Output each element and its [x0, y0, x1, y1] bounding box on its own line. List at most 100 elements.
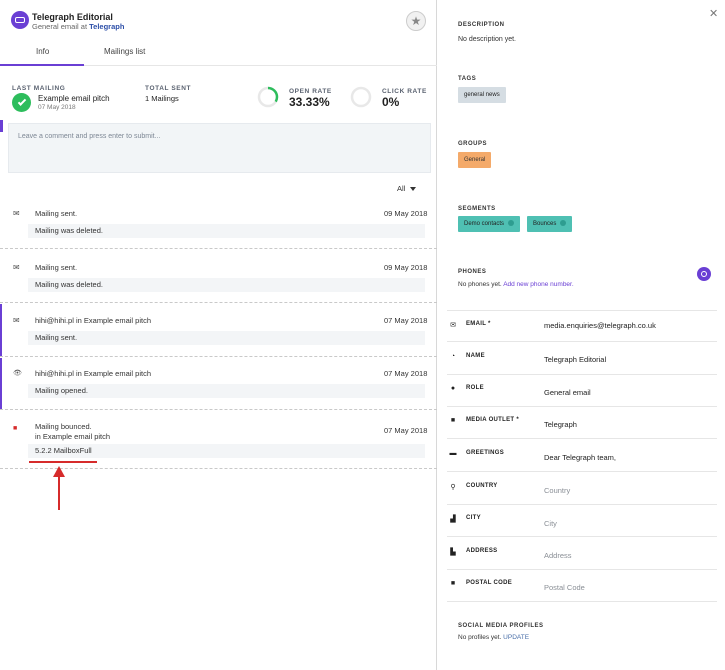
social-text: No profiles yet. UPDATE	[458, 634, 529, 641]
name-icon: ◔	[450, 353, 456, 360]
field-email[interactable]: ✉ EMAIL * media.enquiries@telegraph.co.u…	[447, 310, 717, 342]
tag-chip[interactable]: general news	[458, 87, 506, 103]
activity-title: Mailing sent.	[35, 209, 78, 218]
field-city[interactable]: ▟ CITY City	[447, 505, 717, 537]
activity-body: Mailing sent.	[28, 331, 425, 345]
activity-date: 07 May 2018	[384, 316, 428, 325]
open-rate-ring	[257, 86, 279, 108]
field-role[interactable]: ● ROLE General email	[447, 375, 717, 407]
phones-text: No phones yet. Add new phone number.	[458, 281, 574, 288]
activity-highlight-bar	[0, 358, 2, 410]
activity-item: ✉ Mailing sent. 09 May 2018 Mailing was …	[0, 197, 437, 249]
bounce-icon: ■	[13, 425, 18, 432]
segment-chip[interactable]: Bounces	[527, 216, 573, 232]
field-country[interactable]: ⚲ COUNTRY Country	[447, 473, 717, 505]
add-phone-button[interactable]	[697, 267, 711, 281]
role-icon: ●	[450, 385, 456, 392]
email-field[interactable]: media.enquiries@telegraph.co.uk	[544, 321, 656, 330]
field-postal-code[interactable]: ■ POSTAL CODE Postal Code	[447, 570, 717, 602]
group-chip[interactable]: General	[458, 152, 492, 168]
divider	[0, 356, 437, 357]
comment-placeholder: Leave a comment and press enter to submi…	[18, 133, 161, 140]
comment-input[interactable]	[8, 123, 431, 173]
field-name[interactable]: ◔ NAME Telegraph Editorial	[447, 343, 717, 375]
last-mailing-name[interactable]: Example email pitch	[38, 94, 110, 103]
mail-icon: ✉	[13, 263, 20, 272]
phones-caption: PHONES	[458, 269, 487, 275]
country-icon: ⚲	[450, 484, 456, 491]
segment-chip[interactable]: Demo contacts	[458, 216, 521, 232]
click-rate-value: 0%	[382, 95, 400, 109]
divider	[0, 409, 437, 410]
address-icon: ▙	[450, 549, 456, 556]
field-label: EMAIL *	[466, 321, 491, 327]
activity-item: 👁 hihi@hihi.pl in Example email pitch 07…	[0, 358, 437, 410]
postal-code-icon: ■	[450, 580, 456, 587]
name-field[interactable]: Telegraph Editorial	[544, 355, 606, 364]
address-field[interactable]: Address	[544, 551, 572, 560]
activity-filter-select[interactable]: All	[397, 184, 417, 193]
activity-title[interactable]: hihi@hihi.pl in Example email pitch	[35, 369, 151, 379]
city-field[interactable]: City	[544, 519, 557, 528]
star-icon[interactable]: ★	[406, 11, 426, 31]
activity-body-text: 5.2.2 MailboxFull	[35, 446, 92, 455]
postal-code-field[interactable]: Postal Code	[544, 583, 585, 592]
filter-selected-value: All	[397, 184, 406, 193]
field-label: MEDIA OUTLET *	[466, 417, 519, 423]
activity-body: Mailing opened.	[28, 384, 425, 398]
divider	[0, 302, 437, 303]
contact-avatar-icon	[11, 11, 29, 29]
activity-body-text: Mailing was deleted.	[35, 280, 103, 289]
city-icon: ▟	[450, 516, 456, 523]
activity-item: ✉ Mailing sent. 09 May 2018 Mailing was …	[0, 250, 437, 303]
activity-body-text: Mailing sent.	[35, 333, 78, 342]
description-caption: DESCRIPTION	[458, 22, 505, 28]
groups-caption: GROUPS	[458, 141, 488, 147]
mail-icon: ✉	[13, 209, 20, 218]
mail-icon: ✉	[13, 316, 20, 325]
contact-title: Telegraph Editorial	[32, 12, 113, 22]
remove-segment-icon[interactable]	[508, 220, 515, 227]
click-rate-ring	[350, 86, 372, 108]
subtitle-prefix: General email at	[32, 22, 88, 31]
role-field[interactable]: General email	[544, 388, 591, 397]
remove-segment-icon[interactable]	[560, 220, 567, 227]
annotation-underline	[29, 461, 97, 463]
tags-caption: TAGS	[458, 76, 477, 82]
social-empty-text: No profiles yet.	[458, 634, 502, 641]
tab-info[interactable]: Info	[36, 47, 49, 56]
comment-accent-bar	[0, 120, 3, 132]
update-social-link[interactable]: UPDATE	[503, 634, 529, 641]
total-sent-caption: TOTAL SENT	[145, 85, 192, 92]
chevron-down-icon	[410, 187, 417, 192]
activity-date: 07 May 2018	[384, 426, 428, 435]
field-label: ADDRESS	[466, 548, 498, 554]
field-address[interactable]: ▙ ADDRESS Address	[447, 538, 717, 570]
activity-date: 09 May 2018	[384, 263, 428, 272]
check-icon	[12, 93, 31, 112]
close-icon[interactable]: ✕	[709, 7, 718, 20]
social-caption: SOCIAL MEDIA PROFILES	[458, 623, 544, 629]
activity-title[interactable]: hihi@hihi.pl in Example email pitch	[35, 316, 151, 326]
activity-body-text: Mailing was deleted.	[35, 226, 103, 235]
segment-chip-label: Bounces	[533, 221, 557, 227]
field-greetings[interactable]: ▬ GREETINGS Dear Telegraph team,	[447, 440, 717, 472]
activity-title: Mailing sent.	[35, 263, 78, 272]
add-phone-link[interactable]: Add new phone number.	[503, 281, 573, 288]
segments-caption: SEGMENTS	[458, 206, 496, 212]
media-outlet-field[interactable]: Telegraph	[544, 420, 577, 429]
total-sent-value: 1 Mailings	[145, 94, 179, 103]
tab-mailings-list[interactable]: Mailings list	[104, 47, 145, 56]
media-outlet-icon: ■	[450, 417, 456, 424]
greetings-field[interactable]: Dear Telegraph team,	[544, 453, 616, 462]
open-rate-caption: OPEN RATE	[289, 88, 332, 95]
field-media-outlet[interactable]: ■ MEDIA OUTLET * Telegraph	[447, 407, 717, 439]
activity-body-text: Mailing opened.	[35, 386, 88, 395]
last-mailing-date: 07 May 2018	[38, 104, 76, 111]
subtitle-outlet[interactable]: Telegraph	[89, 22, 124, 31]
activity-subtitle[interactable]: in Example email pitch	[35, 432, 110, 442]
activity-body: Mailing was deleted.	[28, 224, 425, 238]
country-field[interactable]: Country	[544, 486, 570, 495]
field-label: COUNTRY	[466, 483, 498, 489]
activity-date: 07 May 2018	[384, 369, 428, 378]
